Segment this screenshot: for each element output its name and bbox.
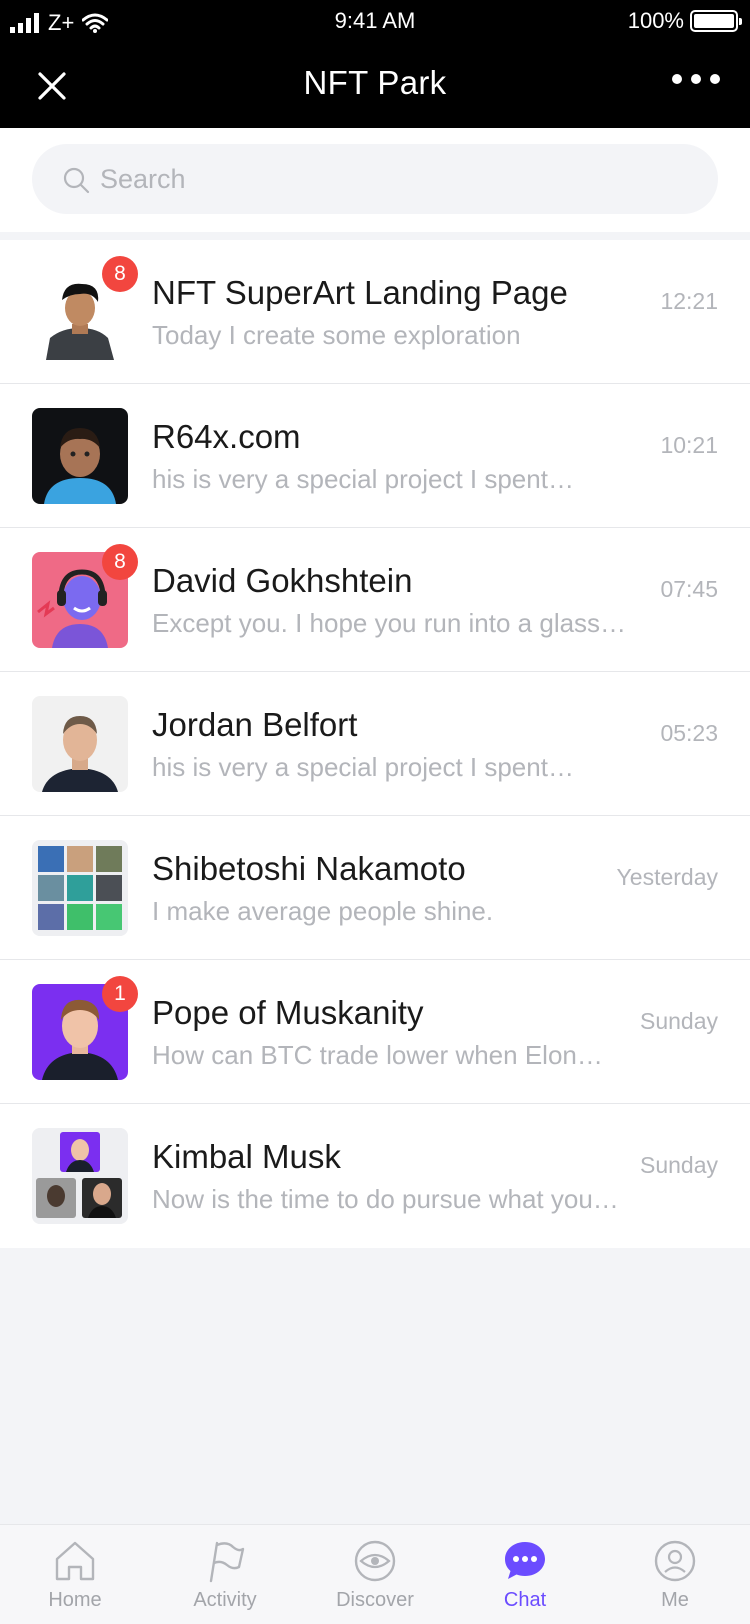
tab-label: Home <box>48 1589 102 1611</box>
chat-row[interactable]: 1 Pope of Muskanity How can BTC trade lo… <box>0 960 750 1104</box>
tab-label: Chat <box>503 1589 547 1611</box>
battery-percent: 100% <box>627 8 684 33</box>
battery-icon <box>690 10 742 32</box>
chat-time: Yesterday <box>616 864 718 890</box>
chat-preview: Except you. I hope you run into a glass… <box>152 608 627 638</box>
profile-icon <box>654 1540 696 1582</box>
chat-list: 8 NFT SuperArt Landing Page Today I crea… <box>0 240 750 1248</box>
chat-preview: Today I create some exploration <box>152 320 521 350</box>
chat-time: 10:21 <box>660 432 718 458</box>
chat-row[interactable]: 8 David Gokhshtein Except you. I hope yo… <box>0 528 750 672</box>
chat-preview: How can BTC trade lower when Elon… <box>152 1040 603 1070</box>
search-section <box>0 128 750 232</box>
tab-label: Me <box>661 1589 689 1611</box>
chat-name: Kimbal Musk <box>152 1138 341 1175</box>
chat-name: R64x.com <box>152 418 301 455</box>
chat-time: Sunday <box>639 1152 718 1178</box>
chat-time: 05:23 <box>660 720 718 746</box>
avatar <box>32 696 128 792</box>
page-title: NFT Park <box>303 64 447 101</box>
tab-chat[interactable]: Chat <box>450 1525 600 1624</box>
chat-name: NFT SuperArt Landing Page <box>152 274 568 311</box>
chat-time: 07:45 <box>660 576 718 602</box>
tab-bar: Home Activity Discover Chat Me <box>0 1524 750 1624</box>
tab-label: Discover <box>336 1589 414 1611</box>
chat-row[interactable]: 8 NFT SuperArt Landing Page Today I crea… <box>0 240 750 384</box>
chat-preview: his is very a special project I spent… <box>152 752 574 782</box>
chat-name: David Gokhshtein <box>152 562 413 599</box>
nav-bar: NFT Park <box>0 44 750 128</box>
battery-fill <box>694 14 734 28</box>
tab-label: Activity <box>193 1589 257 1611</box>
tab-home[interactable]: Home <box>0 1525 150 1624</box>
avatar-3d-person-icon <box>32 408 128 504</box>
status-right: 100% <box>627 8 742 34</box>
chat-row[interactable]: R64x.com his is very a special project I… <box>0 384 750 528</box>
tab-activity[interactable]: Activity <box>150 1525 300 1624</box>
status-bar: Z+ 9:41 AM 100% <box>0 0 750 44</box>
group-avatar <box>32 840 128 936</box>
unread-badge: 1 <box>102 976 138 1012</box>
chat-name: Pope of Muskanity <box>152 994 424 1031</box>
person-avatar-icon <box>32 696 128 792</box>
unread-badge: 8 <box>102 544 138 580</box>
chat-name: Shibetoshi Nakamoto <box>152 850 466 887</box>
chat-row[interactable]: Kimbal Musk Now is the time to do pursue… <box>0 1104 750 1248</box>
chat-name: Jordan Belfort <box>152 706 358 743</box>
dot <box>672 74 682 84</box>
more-dots-icon[interactable] <box>672 74 720 84</box>
group-grid-icon <box>32 840 128 936</box>
search-box[interactable] <box>32 144 718 214</box>
flag-icon <box>209 1541 245 1583</box>
eye-icon <box>354 1540 396 1582</box>
home-icon <box>55 1541 95 1581</box>
chat-row[interactable]: Shibetoshi Nakamoto I make average peopl… <box>0 816 750 960</box>
group-avatar <box>32 1128 128 1224</box>
chat-preview: I make average people shine. <box>152 896 494 926</box>
chat-preview: his is very a special project I spent… <box>152 464 574 494</box>
chat-preview: Now is the time to do pursue what you… <box>152 1184 619 1214</box>
chat-time: 12:21 <box>660 288 718 314</box>
tab-me[interactable]: Me <box>600 1525 750 1624</box>
avatar <box>32 408 128 504</box>
tab-discover[interactable]: Discover <box>300 1525 450 1624</box>
chat-row[interactable]: Jordan Belfort his is very a special pro… <box>0 672 750 816</box>
dot <box>691 74 701 84</box>
search-icon <box>63 167 90 194</box>
chat-time: Sunday <box>639 1008 718 1034</box>
chat-bubble-icon <box>505 1542 545 1579</box>
dot <box>710 74 720 84</box>
search-input[interactable] <box>100 156 690 202</box>
unread-badge: 8 <box>102 256 138 292</box>
group-avatar-icon <box>32 1128 128 1224</box>
